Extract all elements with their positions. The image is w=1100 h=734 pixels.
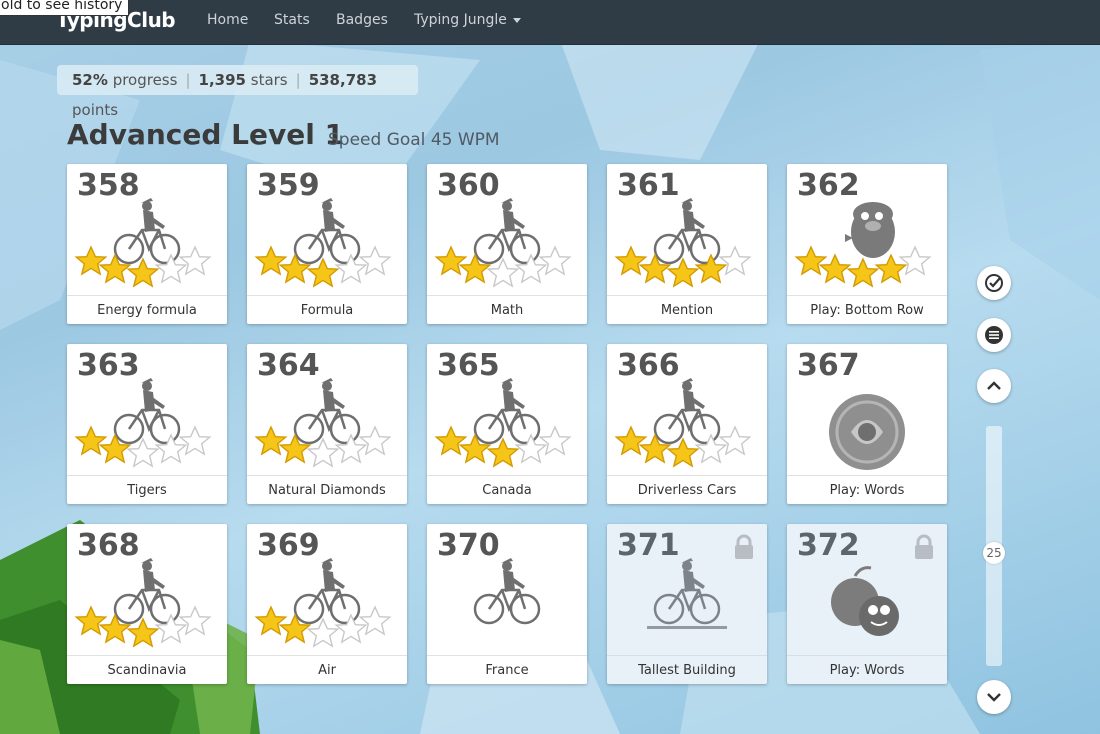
- cyclist-icon: [67, 554, 227, 654]
- game-coin-icon: [787, 374, 947, 474]
- lesson-title: Mention: [607, 295, 767, 324]
- progress-percent-label: progress: [112, 71, 178, 89]
- progress-summary: 52% progress | 1,395 stars | 538,783 points: [57, 65, 418, 119]
- lesson-tile[interactable]: 361 Mention: [607, 164, 767, 324]
- nav-stats-link[interactable]: Stats: [274, 12, 310, 28]
- stars-count: 1,395: [198, 71, 246, 89]
- lesson-tile[interactable]: 359 Formula: [247, 164, 407, 324]
- lesson-tile[interactable]: 371 Tallest Building: [607, 524, 767, 684]
- top-navbar: TypingClub Home Stats Badges Typing Jung…: [0, 0, 1100, 45]
- lesson-tile[interactable]: 372 Play: Words: [787, 524, 947, 684]
- lesson-tile[interactable]: 367 Play: Words: [787, 344, 947, 504]
- points-count: 538,783: [308, 71, 378, 89]
- lesson-tile[interactable]: 364 Natural Diamonds: [247, 344, 407, 504]
- lesson-title: Tallest Building: [607, 655, 767, 684]
- check-circle-button[interactable]: [977, 266, 1011, 300]
- lesson-tile[interactable]: 362 Play: Bottom Row: [787, 164, 947, 324]
- lesson-tile[interactable]: 370 France: [427, 524, 587, 684]
- cyclist-icon: [427, 194, 587, 294]
- cyclist-icon: [67, 374, 227, 474]
- cyclist-icon: [607, 194, 767, 294]
- history-tooltip: old to see history: [0, 0, 130, 16]
- speed-goal: Speed Goal 45 WPM: [328, 130, 500, 150]
- lesson-tile[interactable]: 360 Math: [427, 164, 587, 324]
- progress-percent: 52%: [72, 71, 108, 89]
- lesson-title: Driverless Cars: [607, 475, 767, 504]
- stars-label: stars: [250, 71, 288, 89]
- lesson-title: Tigers: [67, 475, 227, 504]
- nav-typing-jungle-dropdown[interactable]: Typing Jungle: [414, 12, 521, 28]
- level-title: Advanced Level 1: [67, 118, 345, 151]
- points-label: points: [72, 101, 119, 119]
- nav-badges-link[interactable]: Badges: [336, 12, 388, 28]
- scroll-level-marker[interactable]: 25: [983, 542, 1005, 564]
- cyclist-icon: [607, 374, 767, 474]
- nav-typing-jungle-label: Typing Jungle: [414, 12, 507, 28]
- check-circle-icon: [985, 274, 1003, 292]
- lesson-tile[interactable]: 363 Tigers: [67, 344, 227, 504]
- lesson-title: Canada: [427, 475, 587, 504]
- creature-icon: [787, 194, 947, 294]
- cyclist-icon: [427, 374, 587, 474]
- cyclist-icon: [67, 194, 227, 294]
- lesson-title: Play: Words: [787, 475, 947, 504]
- cyclist-icon: [247, 194, 407, 294]
- lesson-tile[interactable]: 368 Scandinavia: [67, 524, 227, 684]
- separator: |: [295, 71, 301, 89]
- chevron-up-icon: [987, 381, 1001, 390]
- lesson-tile[interactable]: 365 Canada: [427, 344, 587, 504]
- lesson-tile[interactable]: 358 Energy formula: [67, 164, 227, 324]
- cyclist-icon: [607, 554, 767, 654]
- nav-home-link[interactable]: Home: [207, 12, 248, 28]
- lesson-title: Natural Diamonds: [247, 475, 407, 504]
- lesson-tile[interactable]: 369 Air: [247, 524, 407, 684]
- lesson-title: Math: [427, 295, 587, 324]
- hamburger-menu-icon: [985, 326, 1003, 344]
- separator: |: [185, 71, 191, 89]
- cyclist-icon: [247, 554, 407, 654]
- lesson-title: Play: Words: [787, 655, 947, 684]
- lesson-title: Formula: [247, 295, 407, 324]
- lesson-title: Play: Bottom Row: [787, 295, 947, 324]
- chevron-down-icon: [987, 693, 1001, 702]
- scroll-up-button[interactable]: [977, 369, 1011, 403]
- menu-button[interactable]: [977, 318, 1011, 352]
- lesson-title: Air: [247, 655, 407, 684]
- caret-down-icon: [512, 17, 521, 23]
- lesson-title: France: [427, 655, 587, 684]
- scroll-down-button[interactable]: [977, 680, 1011, 714]
- cyclist-icon: [247, 374, 407, 474]
- lesson-title: Energy formula: [67, 295, 227, 324]
- lesson-tile[interactable]: 366 Driverless Cars: [607, 344, 767, 504]
- apple-game-icon: [787, 554, 947, 654]
- cyclist-icon: [427, 554, 587, 654]
- lesson-title: Scandinavia: [67, 655, 227, 684]
